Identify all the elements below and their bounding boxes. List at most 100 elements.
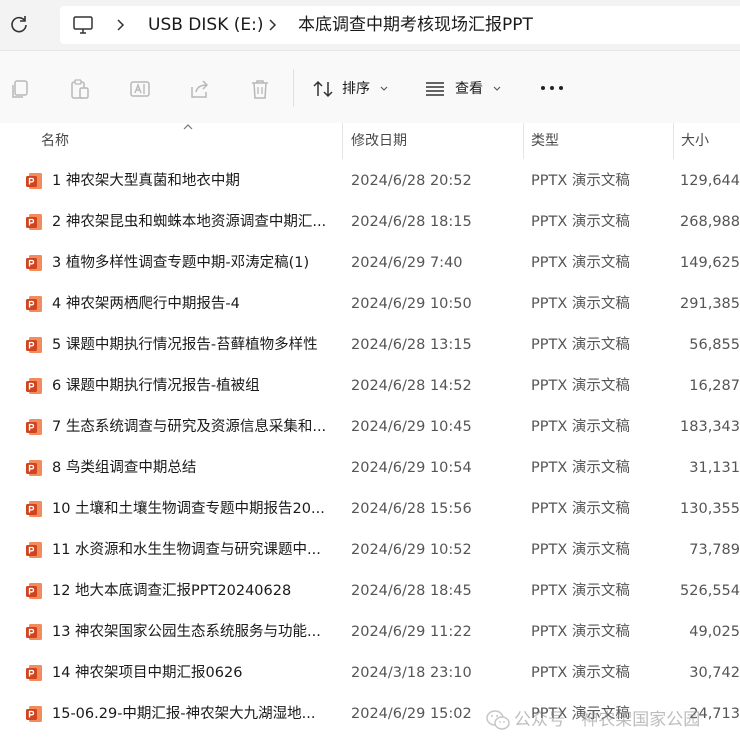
pptx-file-icon — [26, 173, 42, 189]
file-name[interactable]: 3 植物多样性调查专题中期-邓涛定稿(1) — [52, 252, 309, 274]
file-type: PPTX 演示文稿 — [531, 665, 630, 681]
file-modified-date: 2024/6/29 10:45 — [351, 419, 472, 435]
file-type: PPTX 演示文稿 — [531, 542, 630, 558]
pptx-file-icon — [26, 419, 42, 435]
file-size: 130,355 — [680, 501, 740, 517]
file-name[interactable]: 8 鸟类组调查中期总结 — [52, 457, 196, 479]
pptx-file-icon — [26, 296, 42, 312]
file-size: 291,385 — [680, 296, 740, 312]
file-name[interactable]: 7 生态系统调查与研究及资源信息采集和... — [52, 416, 326, 438]
file-name[interactable]: 14 神农架项目中期汇报0626 — [52, 662, 242, 684]
more-icon — [541, 86, 563, 90]
file-size: 30,742 — [689, 665, 740, 681]
file-name[interactable]: 12 地大本底调查汇报PPT20240628 — [52, 580, 291, 602]
column-header-type[interactable]: 类型 — [531, 131, 559, 151]
file-modified-date: 2024/6/29 10:50 — [351, 296, 472, 312]
chevron-down-icon — [380, 86, 388, 91]
this-pc-icon[interactable] — [72, 14, 94, 36]
file-modified-date: 2024/6/28 18:15 — [351, 214, 472, 230]
delete-icon[interactable] — [249, 78, 271, 100]
file-size: 526,554 — [680, 583, 740, 599]
file-type: PPTX 演示文稿 — [531, 501, 630, 517]
column-divider[interactable] — [673, 123, 674, 159]
pptx-file-icon — [26, 706, 42, 722]
more-options-button[interactable] — [537, 75, 567, 103]
copy-icon[interactable] — [9, 78, 31, 100]
sort-label: 排序 — [342, 81, 370, 97]
sort-ascending-icon — [183, 124, 193, 130]
file-row[interactable]: 6 课题中期执行情况报告-植被组 2024/6/28 14:52 PPTX 演示文稿… — [0, 365, 740, 406]
column-header-row: 名称 修改日期 类型 大小 — [0, 123, 740, 159]
file-row[interactable]: 12 地大本底调查汇报PPT20240628 2024/6/28 18:45 PPT… — [0, 570, 740, 611]
view-label: 查看 — [455, 81, 483, 97]
file-name[interactable]: 13 神农架国家公园生态系统服务与功能... — [52, 621, 321, 643]
file-row[interactable]: 1 神农架大型真菌和地衣中期 2024/6/28 20:52 PPTX 演示文稿 12… — [0, 160, 740, 201]
file-type: PPTX 演示文稿 — [531, 624, 630, 640]
rename-icon[interactable] — [129, 78, 151, 100]
column-divider[interactable] — [523, 123, 524, 159]
file-modified-date: 2024/6/29 15:02 — [351, 706, 472, 722]
file-name[interactable]: 2 神农架昆虫和蜘蛛本地资源调查中期汇... — [52, 211, 326, 233]
file-row[interactable]: 4 神农架两栖爬行中期报告-4 2024/6/29 10:50 PPTX 演示文稿 2… — [0, 283, 740, 324]
chevron-right-icon[interactable] — [266, 14, 280, 36]
file-row[interactable]: 7 生态系统调查与研究及资源信息采集和... 2024/6/29 10:45 PPT… — [0, 406, 740, 447]
file-row[interactable]: 8 鸟类组调查中期总结 2024/6/29 10:54 PPTX 演示文稿 31,13… — [0, 447, 740, 488]
paste-icon[interactable] — [69, 78, 91, 100]
column-header-size[interactable]: 大小 — [681, 131, 709, 151]
chevron-down-icon — [493, 86, 501, 91]
chevron-right-icon[interactable] — [114, 14, 128, 36]
file-name[interactable]: 11 水资源和水生生物调查与研究课题中... — [52, 539, 321, 561]
file-size: 31,131 — [689, 460, 740, 476]
file-type: PPTX 演示文稿 — [531, 296, 630, 312]
pptx-file-icon — [26, 501, 42, 517]
file-type: PPTX 演示文稿 — [531, 460, 630, 476]
pptx-file-icon — [26, 337, 42, 353]
file-name[interactable]: 4 神农架两栖爬行中期报告-4 — [52, 293, 240, 315]
file-row[interactable]: 13 神农架国家公园生态系统服务与功能... 2024/6/29 11:22 PPT… — [0, 611, 740, 652]
file-row[interactable]: 11 水资源和水生生物调查与研究课题中... 2024/6/29 10:52 PPT… — [0, 529, 740, 570]
file-type: PPTX 演示文稿 — [531, 214, 630, 230]
file-row[interactable]: 14 神农架项目中期汇报0626 2024/3/18 23:10 PPTX 演示文稿… — [0, 652, 740, 693]
file-size: 16,287 — [689, 378, 740, 394]
refresh-icon[interactable] — [8, 13, 30, 35]
file-row[interactable]: 2 神农架昆虫和蜘蛛本地资源调查中期汇... 2024/6/28 18:15 PPT… — [0, 201, 740, 242]
breadcrumb[interactable]: USB DISK (E:) 本底调查中期考核现场汇报PPT — [60, 6, 740, 44]
file-name[interactable]: 6 课题中期执行情况报告-植被组 — [52, 375, 260, 397]
toolbar-divider — [293, 69, 294, 107]
file-size: 268,988 — [680, 214, 740, 230]
file-name[interactable]: 15-06.29-中期汇报-神农架大九湖湿地... — [52, 703, 315, 725]
breadcrumb-item-folder[interactable]: 本底调查中期考核现场汇报PPT — [298, 14, 533, 36]
pptx-file-icon — [26, 665, 42, 681]
pptx-file-icon — [26, 214, 42, 230]
share-icon[interactable] — [189, 78, 211, 100]
file-modified-date: 2024/3/18 23:10 — [351, 665, 472, 681]
sort-button[interactable]: 排序 — [310, 75, 392, 103]
column-header-modified[interactable]: 修改日期 — [351, 131, 407, 151]
pptx-file-icon — [26, 255, 42, 271]
file-modified-date: 2024/6/29 11:22 — [351, 624, 472, 640]
file-row[interactable]: 3 植物多样性调查专题中期-邓涛定稿(1) 2024/6/29 7:40 PPTX … — [0, 242, 740, 283]
file-size: 73,789 — [689, 542, 740, 558]
file-row[interactable]: 5 课题中期执行情况报告-苔藓植物多样性 2024/6/28 13:15 PPTX … — [0, 324, 740, 365]
file-modified-date: 2024/6/28 15:56 — [351, 501, 472, 517]
column-header-name[interactable]: 名称 — [41, 131, 69, 151]
file-type: PPTX 演示文稿 — [531, 337, 630, 353]
breadcrumb-item-drive[interactable]: USB DISK (E:) — [148, 14, 263, 36]
address-bar: USB DISK (E:) 本底调查中期考核现场汇报PPT — [0, 0, 740, 51]
file-modified-date: 2024/6/29 10:54 — [351, 460, 472, 476]
file-size: 49,025 — [689, 624, 740, 640]
file-name[interactable]: 10 土壤和土壤生物调查专题中期报告20... — [52, 498, 325, 520]
view-button[interactable]: 查看 — [424, 75, 506, 103]
column-divider[interactable] — [342, 123, 343, 159]
file-modified-date: 2024/6/28 20:52 — [351, 173, 472, 189]
pptx-file-icon — [26, 460, 42, 476]
file-type: PPTX 演示文稿 — [531, 378, 630, 394]
pptx-file-icon — [26, 542, 42, 558]
file-row[interactable]: 10 土壤和土壤生物调查专题中期报告20... 2024/6/28 15:56 PP… — [0, 488, 740, 529]
file-size: 129,644 — [680, 173, 740, 189]
pptx-file-icon — [26, 378, 42, 394]
file-modified-date: 2024/6/29 7:40 — [351, 255, 463, 271]
file-name[interactable]: 5 课题中期执行情况报告-苔藓植物多样性 — [52, 334, 318, 356]
file-type: PPTX 演示文稿 — [531, 419, 630, 435]
file-name[interactable]: 1 神农架大型真菌和地衣中期 — [52, 170, 240, 192]
